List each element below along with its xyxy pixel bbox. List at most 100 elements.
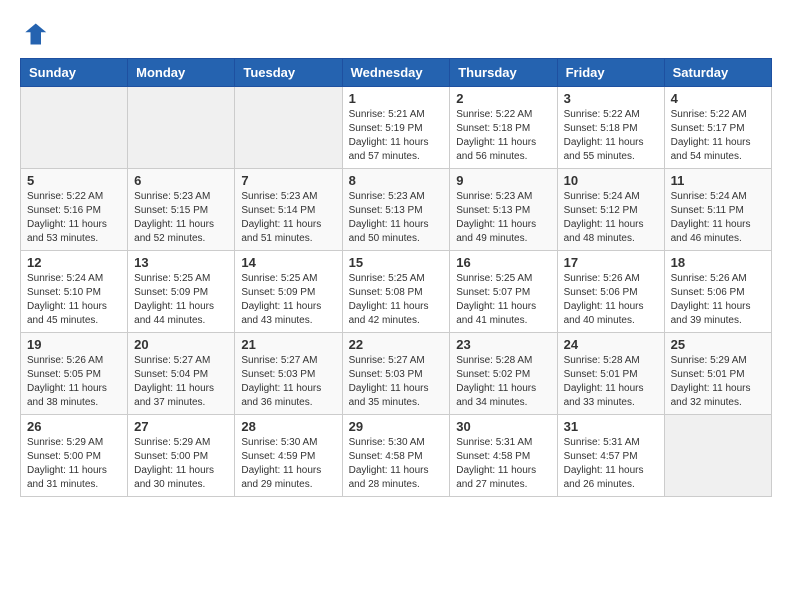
day-number: 22 [349,337,444,352]
calendar-cell: 8 Sunrise: 5:23 AM Sunset: 5:13 PM Daylig… [342,169,450,251]
calendar-cell: 31 Sunrise: 5:31 AM Sunset: 4:57 PM Dayli… [557,415,664,497]
day-number: 29 [349,419,444,434]
logo [20,20,52,48]
day-number: 5 [27,173,121,188]
day-info: Sunrise: 5:22 AM Sunset: 5:18 PM Dayligh… [456,108,550,164]
day-number: 3 [564,91,658,106]
day-info: Sunrise: 5:24 AM Sunset: 5:11 PM Dayligh… [671,190,765,246]
day-number: 25 [671,337,765,352]
day-number: 21 [241,337,335,352]
day-number: 27 [134,419,228,434]
calendar-cell: 4 Sunrise: 5:22 AM Sunset: 5:17 PM Daylig… [664,87,771,169]
day-info: Sunrise: 5:27 AM Sunset: 5:04 PM Dayligh… [134,354,228,410]
day-number: 31 [564,419,658,434]
day-number: 14 [241,255,335,270]
day-number: 9 [456,173,550,188]
weekday-header-monday: Monday [128,59,235,87]
day-number: 13 [134,255,228,270]
day-info: Sunrise: 5:22 AM Sunset: 5:17 PM Dayligh… [671,108,765,164]
day-number: 26 [27,419,121,434]
day-number: 19 [27,337,121,352]
calendar-cell: 10 Sunrise: 5:24 AM Sunset: 5:12 PM Dayli… [557,169,664,251]
day-info: Sunrise: 5:25 AM Sunset: 5:08 PM Dayligh… [349,272,444,328]
header [20,20,772,48]
calendar-cell: 11 Sunrise: 5:24 AM Sunset: 5:11 PM Dayli… [664,169,771,251]
calendar-cell: 25 Sunrise: 5:29 AM Sunset: 5:01 PM Dayli… [664,333,771,415]
calendar-table: SundayMondayTuesdayWednesdayThursdayFrid… [20,58,772,497]
day-info: Sunrise: 5:31 AM Sunset: 4:57 PM Dayligh… [564,436,658,492]
day-info: Sunrise: 5:28 AM Sunset: 5:01 PM Dayligh… [564,354,658,410]
day-info: Sunrise: 5:29 AM Sunset: 5:00 PM Dayligh… [134,436,228,492]
day-number: 24 [564,337,658,352]
day-info: Sunrise: 5:25 AM Sunset: 5:09 PM Dayligh… [241,272,335,328]
calendar-cell: 13 Sunrise: 5:25 AM Sunset: 5:09 PM Dayli… [128,251,235,333]
calendar-cell [128,87,235,169]
calendar-cell: 23 Sunrise: 5:28 AM Sunset: 5:02 PM Dayli… [450,333,557,415]
calendar-cell: 15Sunrise: 5:25 AM Sunset: 5:08 PM Dayli… [342,251,450,333]
day-info: Sunrise: 5:24 AM Sunset: 5:12 PM Dayligh… [564,190,658,246]
calendar-cell: 3 Sunrise: 5:22 AM Sunset: 5:18 PM Daylig… [557,87,664,169]
day-info: Sunrise: 5:23 AM Sunset: 5:13 PM Dayligh… [349,190,444,246]
day-number: 20 [134,337,228,352]
day-info: Sunrise: 5:30 AM Sunset: 4:58 PM Dayligh… [349,436,444,492]
calendar-cell: 30 Sunrise: 5:31 AM Sunset: 4:58 PM Dayli… [450,415,557,497]
calendar-cell: 22 Sunrise: 5:27 AM Sunset: 5:03 PM Dayli… [342,333,450,415]
day-info: Sunrise: 5:30 AM Sunset: 4:59 PM Dayligh… [241,436,335,492]
logo-icon [20,20,48,48]
day-number: 8 [349,173,444,188]
calendar-cell: 24 Sunrise: 5:28 AM Sunset: 5:01 PM Dayli… [557,333,664,415]
day-info: Sunrise: 5:25 AM Sunset: 5:09 PM Dayligh… [134,272,228,328]
calendar-cell: 12Sunrise: 5:24 AM Sunset: 5:10 PM Dayli… [21,251,128,333]
calendar-cell: 14 Sunrise: 5:25 AM Sunset: 5:09 PM Dayli… [235,251,342,333]
day-number: 28 [241,419,335,434]
day-info: Sunrise: 5:23 AM Sunset: 5:14 PM Dayligh… [241,190,335,246]
day-info: Sunrise: 5:22 AM Sunset: 5:16 PM Dayligh… [27,190,121,246]
calendar-cell: 5 Sunrise: 5:22 AM Sunset: 5:16 PM Daylig… [21,169,128,251]
calendar-cell: 16Sunrise: 5:25 AM Sunset: 5:07 PM Dayli… [450,251,557,333]
day-number: 30 [456,419,550,434]
day-info: Sunrise: 5:26 AM Sunset: 5:06 PM Dayligh… [671,272,765,328]
day-info: Sunrise: 5:29 AM Sunset: 5:00 PM Dayligh… [27,436,121,492]
calendar-cell: 6Sunrise: 5:23 AM Sunset: 5:15 PM Daylig… [128,169,235,251]
day-info: Sunrise: 5:24 AM Sunset: 5:10 PM Dayligh… [27,272,121,328]
weekday-header-tuesday: Tuesday [235,59,342,87]
day-info: Sunrise: 5:26 AM Sunset: 5:05 PM Dayligh… [27,354,121,410]
calendar-cell: 9 Sunrise: 5:23 AM Sunset: 5:13 PM Daylig… [450,169,557,251]
calendar-cell: 19 Sunrise: 5:26 AM Sunset: 5:05 PM Dayli… [21,333,128,415]
calendar-cell: 28 Sunrise: 5:30 AM Sunset: 4:59 PM Dayli… [235,415,342,497]
day-number: 10 [564,173,658,188]
calendar-cell: 1 Sunrise: 5:21 AM Sunset: 5:19 PM Daylig… [342,87,450,169]
day-number: 1 [349,91,444,106]
day-info: Sunrise: 5:27 AM Sunset: 5:03 PM Dayligh… [241,354,335,410]
calendar-cell: 18 Sunrise: 5:26 AM Sunset: 5:06 PM Dayli… [664,251,771,333]
day-info: Sunrise: 5:23 AM Sunset: 5:13 PM Dayligh… [456,190,550,246]
calendar-cell: 27 Sunrise: 5:29 AM Sunset: 5:00 PM Dayli… [128,415,235,497]
day-number: 16 [456,255,550,270]
day-number: 18 [671,255,765,270]
day-number: 17 [564,255,658,270]
day-number: 6 [134,173,228,188]
day-number: 2 [456,91,550,106]
calendar-cell: 17Sunrise: 5:26 AM Sunset: 5:06 PM Dayli… [557,251,664,333]
calendar-cell: 29 Sunrise: 5:30 AM Sunset: 4:58 PM Dayli… [342,415,450,497]
day-number: 4 [671,91,765,106]
weekday-header-saturday: Saturday [664,59,771,87]
day-info: Sunrise: 5:22 AM Sunset: 5:18 PM Dayligh… [564,108,658,164]
day-number: 23 [456,337,550,352]
day-info: Sunrise: 5:28 AM Sunset: 5:02 PM Dayligh… [456,354,550,410]
day-number: 7 [241,173,335,188]
calendar-cell: 7 Sunrise: 5:23 AM Sunset: 5:14 PM Daylig… [235,169,342,251]
weekday-header-thursday: Thursday [450,59,557,87]
day-info: Sunrise: 5:29 AM Sunset: 5:01 PM Dayligh… [671,354,765,410]
day-number: 11 [671,173,765,188]
day-info: Sunrise: 5:27 AM Sunset: 5:03 PM Dayligh… [349,354,444,410]
calendar-cell: 21 Sunrise: 5:27 AM Sunset: 5:03 PM Dayli… [235,333,342,415]
weekday-header-wednesday: Wednesday [342,59,450,87]
weekday-header-friday: Friday [557,59,664,87]
calendar-cell [235,87,342,169]
calendar-cell: 26 Sunrise: 5:29 AM Sunset: 5:00 PM Dayli… [21,415,128,497]
day-info: Sunrise: 5:21 AM Sunset: 5:19 PM Dayligh… [349,108,444,164]
calendar-cell [21,87,128,169]
calendar-cell [664,415,771,497]
day-info: Sunrise: 5:31 AM Sunset: 4:58 PM Dayligh… [456,436,550,492]
